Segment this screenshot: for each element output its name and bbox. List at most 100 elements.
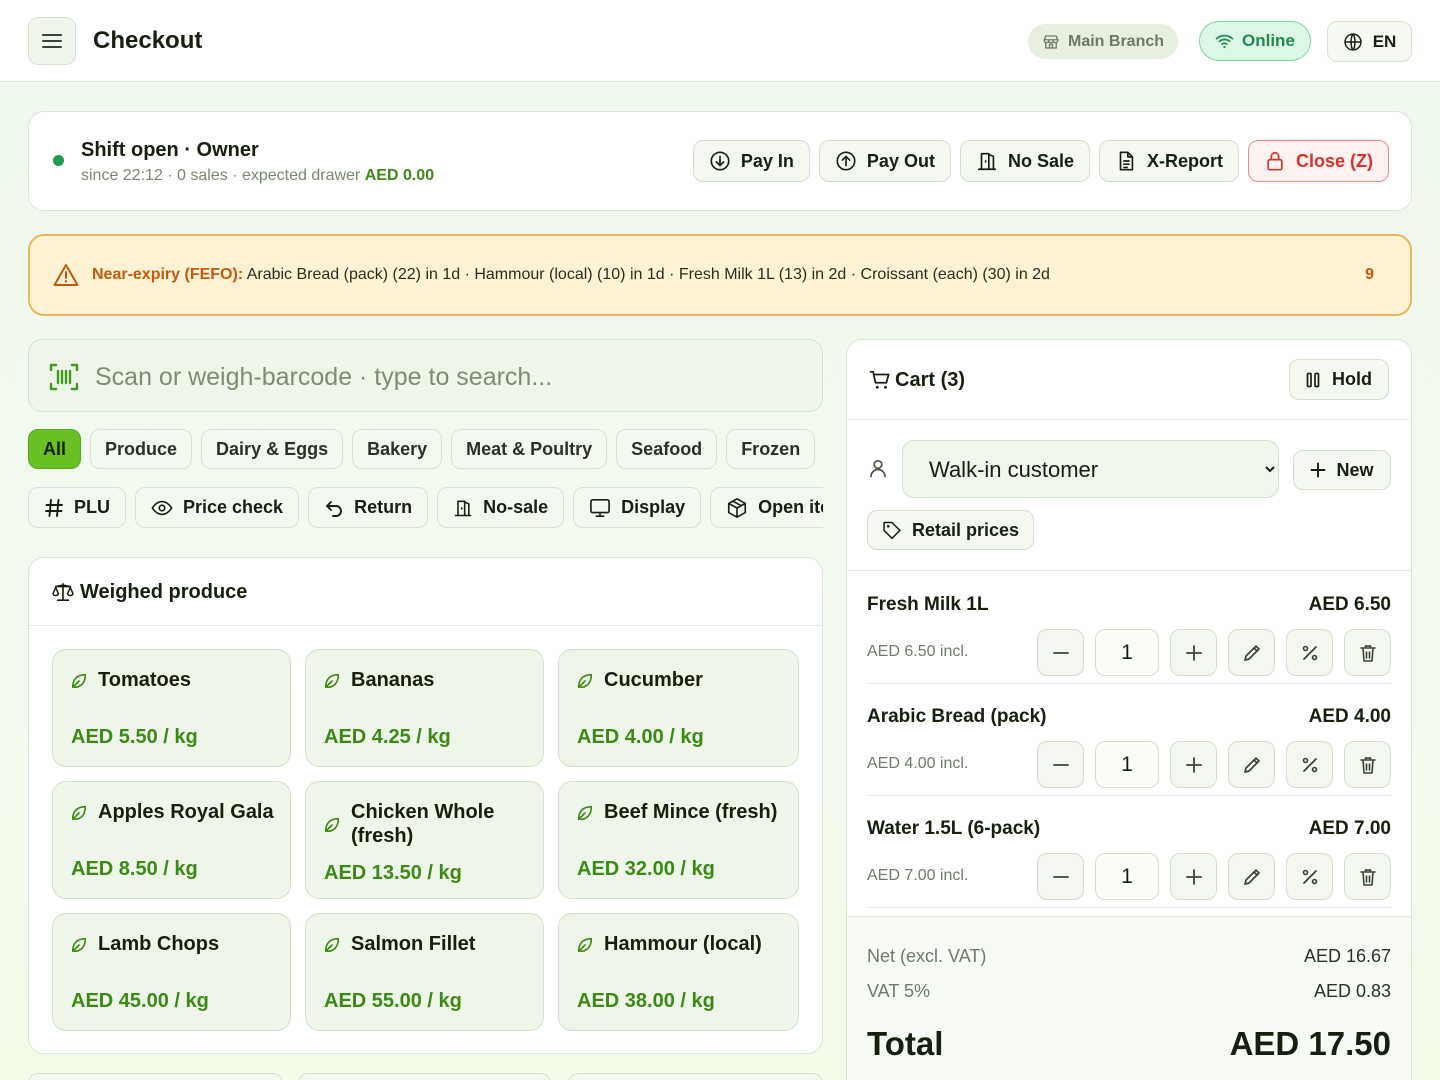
produce-name: Beef Mince (fresh): [604, 801, 778, 823]
remove-line-button[interactable]: [1344, 853, 1391, 900]
new-customer-button[interactable]: New: [1293, 450, 1391, 490]
pay-out-button[interactable]: Pay Out: [818, 140, 951, 182]
weighed-produce-title: Weighed produce: [80, 581, 248, 603]
menu-button[interactable]: [28, 17, 76, 65]
discount-line-button[interactable]: [1286, 629, 1333, 676]
decrease-qty-button[interactable]: [1037, 853, 1084, 900]
produce-card[interactable]: Hammour (local) AED 38.00 / kg: [558, 913, 799, 1031]
produce-card[interactable]: Beef Mince (fresh) AED 32.00 / kg: [558, 781, 799, 899]
discount-line-button[interactable]: [1286, 853, 1333, 900]
leaf-icon: [71, 937, 87, 953]
pay-in-label: Pay In: [740, 150, 794, 171]
weighed-produce-header: Weighed produce: [29, 558, 822, 626]
decrease-qty-button[interactable]: [1037, 741, 1084, 788]
pencil-icon: [1243, 644, 1260, 661]
return-button[interactable]: Return: [308, 487, 429, 528]
category-chip-produce[interactable]: Produce: [90, 429, 193, 469]
produce-name: Hammour (local): [604, 933, 762, 955]
qty-field[interactable]: 1: [1095, 853, 1159, 900]
cart-icon: [869, 370, 890, 389]
next-card[interactable]: [298, 1073, 551, 1080]
new-customer-label: New: [1336, 459, 1374, 480]
category-chip-bakery[interactable]: Bakery: [352, 429, 443, 469]
no-sale-tool-button[interactable]: No-sale: [437, 487, 565, 528]
next-card[interactable]: [568, 1073, 823, 1080]
produce-card[interactable]: Tomatoes AED 5.50 / kg: [52, 649, 291, 767]
cart-line: Fresh Milk 1L AED 6.50 AED 6.50 incl. 1: [867, 572, 1391, 684]
edit-line-button[interactable]: [1228, 853, 1275, 900]
customer-section: Walk-in customer New Retail prices: [847, 420, 1411, 571]
produce-name: Lamb Chops: [98, 933, 220, 955]
display-button[interactable]: Display: [573, 487, 702, 528]
branch-badge[interactable]: Main Branch: [1028, 24, 1179, 59]
remove-line-button[interactable]: [1344, 741, 1391, 788]
hold-label: Hold: [1332, 369, 1372, 389]
category-chip-frozen[interactable]: Frozen: [726, 429, 816, 469]
decrease-qty-button[interactable]: [1037, 629, 1084, 676]
price-list-button[interactable]: Retail prices: [867, 510, 1035, 550]
pay-in-button[interactable]: Pay In: [692, 140, 810, 182]
x-report-label: X-Report: [1146, 150, 1223, 171]
increase-qty-button[interactable]: [1170, 853, 1217, 900]
cart-line: Water 1.5L (6-pack) AED 7.00 AED 7.00 in…: [867, 796, 1391, 908]
price-list-label: Retail prices: [912, 519, 1020, 540]
hold-button[interactable]: Hold: [1289, 359, 1389, 400]
category-chip-seafood[interactable]: Seafood: [616, 429, 718, 469]
discount-line-button[interactable]: [1286, 741, 1333, 788]
increase-qty-button[interactable]: [1170, 741, 1217, 788]
near-expiry-count[interactable]: 9: [1365, 266, 1374, 284]
price-check-button[interactable]: Price check: [135, 487, 300, 528]
category-chip-all[interactable]: All: [28, 429, 82, 469]
produce-card[interactable]: Bananas AED 4.25 / kg: [305, 649, 544, 767]
qty-field[interactable]: 1: [1095, 741, 1159, 788]
plus-icon: [1185, 756, 1202, 773]
scale-icon: [52, 583, 74, 601]
plu-button[interactable]: PLU: [28, 487, 126, 528]
close-shift-button[interactable]: Close (Z): [1247, 140, 1389, 182]
net-row: Net (excl. VAT) AED 16.67: [867, 946, 1391, 967]
increase-qty-button[interactable]: [1170, 629, 1217, 676]
barcode-scan-icon: [49, 363, 79, 391]
search-bar: [28, 339, 823, 412]
percent-icon: [1302, 869, 1317, 884]
produce-name: Cucumber: [604, 669, 703, 691]
produce-card[interactable]: Apples Royal Gala AED 8.50 / kg: [52, 781, 291, 899]
eye-icon: [151, 500, 173, 515]
produce-price: AED 55.00 / kg: [324, 990, 462, 1012]
cart-panel: Cart (3) Hold Walk-in customer New Retai…: [846, 339, 1412, 1080]
produce-card[interactable]: Salmon Fillet AED 55.00 / kg: [305, 913, 544, 1031]
produce-price: AED 4.00 / kg: [577, 726, 704, 748]
remove-line-button[interactable]: [1344, 629, 1391, 676]
total-label: Total: [867, 1025, 944, 1062]
category-chip-meat-poultry[interactable]: Meat & Poultry: [451, 429, 608, 469]
no-sale-button[interactable]: No Sale: [959, 140, 1090, 182]
language-button[interactable]: EN: [1327, 21, 1412, 62]
leaf-icon: [577, 937, 593, 953]
online-status[interactable]: Online: [1199, 21, 1311, 61]
top-bar: Checkout Main Branch Online EN: [0, 0, 1440, 82]
search-input[interactable]: [95, 358, 795, 396]
branch-label: Main Branch: [1068, 32, 1165, 50]
produce-card[interactable]: Cucumber AED 4.00 / kg: [558, 649, 799, 767]
percent-icon: [1302, 645, 1317, 660]
next-card[interactable]: [28, 1073, 283, 1080]
cart-line-total: AED 6.50: [1308, 594, 1391, 615]
produce-grid: Tomatoes AED 5.50 / kg Bananas AED 4.25 …: [52, 649, 800, 1031]
grand-total-row: Total AED 17.50: [867, 1025, 1391, 1063]
produce-card[interactable]: Lamb Chops AED 45.00 / kg: [52, 913, 291, 1031]
cart-line-controls: 1: [1037, 741, 1391, 788]
open-item-button[interactable]: Open item: [710, 487, 823, 528]
edit-line-button[interactable]: [1228, 629, 1275, 676]
produce-card[interactable]: Chicken Whole (fresh) AED 13.50 / kg: [305, 781, 544, 899]
pay-out-label: Pay Out: [866, 150, 935, 171]
leaf-icon: [577, 805, 593, 821]
user-icon: [870, 459, 886, 478]
plus-icon: [1185, 644, 1202, 661]
qty-field[interactable]: 1: [1095, 629, 1159, 676]
customer-select[interactable]: Walk-in customer: [902, 440, 1279, 498]
category-chip-dairy-eggs[interactable]: Dairy & Eggs: [201, 429, 344, 469]
edit-line-button[interactable]: [1228, 741, 1275, 788]
trash-icon: [1359, 756, 1376, 774]
near-expiry-text: Near-expiry (FEFO): Arabic Bread (pack) …: [92, 266, 1050, 284]
x-report-button[interactable]: X-Report: [1098, 140, 1239, 182]
